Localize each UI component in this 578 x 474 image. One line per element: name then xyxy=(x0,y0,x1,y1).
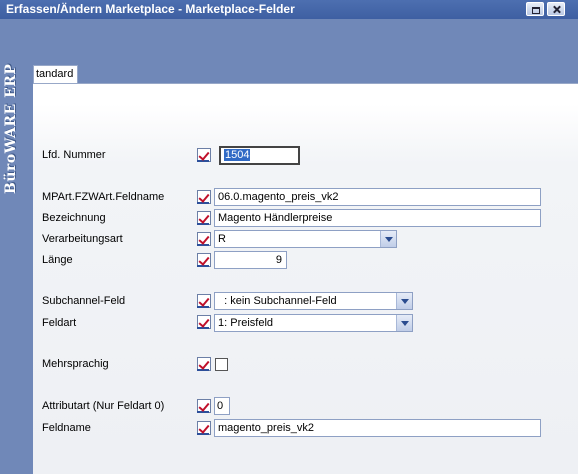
mp-feldname-label: MPArt.FZWArt.Feldname xyxy=(42,191,165,203)
edit-check-icon[interactable] xyxy=(197,253,211,267)
tab-standard-label: tandard xyxy=(36,68,74,80)
lfd-nummer-field[interactable]: 1504 xyxy=(219,146,300,165)
edit-check-icon[interactable] xyxy=(197,294,211,308)
feldart-label: Feldart xyxy=(42,317,77,329)
edit-check-icon[interactable] xyxy=(197,399,211,413)
edit-check-icon[interactable] xyxy=(197,232,211,246)
tab-standard[interactable]: tandard xyxy=(33,65,78,84)
feldname-label: Feldname xyxy=(42,422,91,434)
feldname-field[interactable]: magento_preis_vk2 xyxy=(214,419,541,437)
close-button[interactable] xyxy=(547,2,565,16)
laenge-label: Länge xyxy=(42,254,73,266)
verarbeitungsart-value: R xyxy=(218,233,226,245)
subchannel-label: Subchannel-Feld xyxy=(42,295,126,307)
attributart-field[interactable]: 0 xyxy=(214,397,230,415)
edit-check-icon[interactable] xyxy=(197,211,211,225)
feldart-select[interactable]: 1: Preisfeld xyxy=(214,314,413,332)
feldart-value: 1: Preisfeld xyxy=(218,317,274,329)
subchannel-select[interactable]: : kein Subchannel-Feld xyxy=(214,292,413,310)
mp-feldname-field[interactable]: 06.0.magento_preis_vk2 xyxy=(214,188,541,206)
subchannel-value: : kein Subchannel-Feld xyxy=(218,295,337,307)
window-title: Erfassen/Ändern Marketplace - Marketplac… xyxy=(6,2,295,16)
attributart-label: Attributart (Nur Feldart 0) xyxy=(42,400,165,412)
chevron-down-icon[interactable] xyxy=(396,315,412,331)
title-bar: Erfassen/Ändern Marketplace - Marketplac… xyxy=(0,0,578,19)
restore-button[interactable] xyxy=(526,2,544,16)
brand-strip: BüroWARE ERP xyxy=(0,19,33,474)
bezeichnung-field[interactable]: Magento Händlerpreise xyxy=(214,209,541,227)
bezeichnung-label: Bezeichnung xyxy=(42,212,106,224)
chevron-down-icon[interactable] xyxy=(396,293,412,309)
edit-check-icon[interactable] xyxy=(197,421,211,435)
lfd-nummer-label: Lfd. Nummer xyxy=(42,149,106,161)
mehrsprachig-checkbox[interactable] xyxy=(215,358,228,371)
edit-check-icon[interactable] xyxy=(197,315,211,329)
form-panel xyxy=(33,83,578,474)
brand-logo: BüroWARE ERP xyxy=(3,63,19,194)
chevron-down-icon[interactable] xyxy=(380,231,396,247)
verarbeitungsart-select[interactable]: R xyxy=(214,230,397,248)
edit-check-icon[interactable] xyxy=(197,148,211,162)
verarbeitungsart-label: Verarbeitungsart xyxy=(42,233,123,245)
mehrsprachig-label: Mehrsprachig xyxy=(42,358,109,370)
laenge-field[interactable]: 9 xyxy=(214,251,287,269)
edit-check-icon[interactable] xyxy=(197,357,211,371)
edit-check-icon[interactable] xyxy=(197,190,211,204)
